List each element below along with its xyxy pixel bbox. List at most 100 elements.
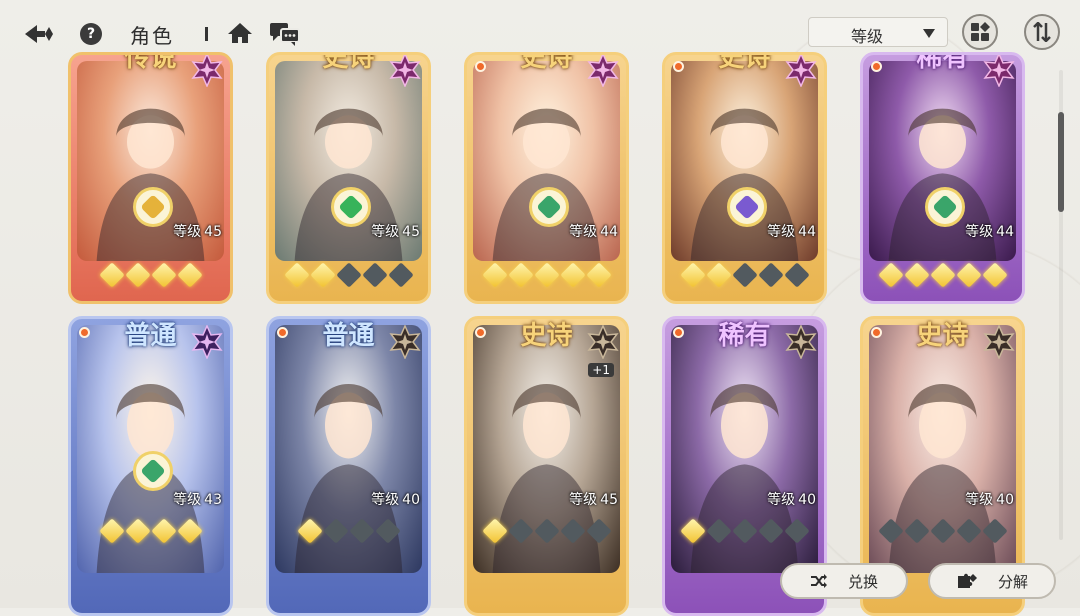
class-emblem-icon <box>529 187 569 227</box>
pink-star-icon <box>190 55 224 88</box>
level-label: 等级 <box>965 224 994 240</box>
star-empty-icon <box>361 262 388 288</box>
level-indicator: 等级 40 <box>965 489 1014 509</box>
star-filled-icon <box>585 262 612 288</box>
dark-star-icon <box>982 324 1016 360</box>
star-rating <box>71 518 230 544</box>
pink-star-icon <box>784 55 818 88</box>
star-filled-icon <box>176 518 203 544</box>
level-indicator: 等级 40 <box>371 489 420 509</box>
star-filled-icon <box>309 262 336 288</box>
star-filled-icon <box>150 518 177 544</box>
level-indicator: 等级 45 <box>371 221 420 241</box>
level-value: 43 <box>204 492 222 508</box>
dark-star-icon <box>784 324 818 360</box>
notification-dot <box>277 327 288 338</box>
star-rating <box>71 262 230 288</box>
level-value: 40 <box>996 492 1014 508</box>
star-empty-icon <box>507 518 534 544</box>
character-card[interactable]: 传说 等级 45 <box>68 52 233 304</box>
exchange-button[interactable]: 兑换 <box>780 563 908 599</box>
level-indicator: 等级 44 <box>965 221 1014 241</box>
scrollbar-thumb[interactable] <box>1058 112 1064 212</box>
star-empty-icon <box>955 518 982 544</box>
level-label: 等级 <box>965 492 994 508</box>
notification-dot <box>475 327 486 338</box>
star-empty-icon <box>559 518 586 544</box>
level-value: 44 <box>600 224 618 240</box>
level-value: 40 <box>402 492 420 508</box>
star-filled-icon <box>296 518 323 544</box>
star-filled-icon <box>176 262 203 288</box>
star-empty-icon <box>585 518 612 544</box>
level-value: 45 <box>402 224 420 240</box>
dark-star-icon <box>586 324 620 360</box>
decompose-button[interactable]: 分解 <box>928 563 1056 599</box>
star-bonus-badge: +1 <box>588 363 614 377</box>
character-card[interactable]: 普通 等级 43 <box>68 316 233 616</box>
star-filled-icon <box>507 262 534 288</box>
star-rating <box>269 518 428 544</box>
character-card[interactable]: 普通 等级 40 <box>266 316 431 616</box>
star-empty-icon <box>705 518 732 544</box>
level-label: 等级 <box>173 224 202 240</box>
star-empty-icon <box>877 518 904 544</box>
class-emblem-icon <box>925 187 965 227</box>
star-empty-icon <box>335 262 362 288</box>
pink-star-icon <box>982 55 1016 88</box>
star-empty-icon <box>348 518 375 544</box>
star-empty-icon <box>374 518 401 544</box>
class-emblem-icon <box>133 451 173 491</box>
star-filled-icon <box>679 262 706 288</box>
level-value: 44 <box>996 224 1014 240</box>
star-filled-icon <box>481 262 508 288</box>
star-empty-icon <box>757 262 784 288</box>
level-indicator: 等级 43 <box>173 489 222 509</box>
level-label: 等级 <box>569 224 598 240</box>
character-card[interactable]: 史诗 +1 等级 45 <box>464 316 629 616</box>
notification-dot <box>673 327 684 338</box>
character-card[interactable]: 史诗 等级 45 <box>266 52 431 304</box>
level-label: 等级 <box>173 492 202 508</box>
decompose-label: 分解 <box>997 572 1028 591</box>
star-filled-icon <box>559 262 586 288</box>
notification-dot <box>673 61 684 72</box>
star-empty-icon <box>387 262 414 288</box>
level-value: 45 <box>204 224 222 240</box>
star-filled-icon <box>98 262 125 288</box>
character-card[interactable]: 史诗 等级 44 <box>662 52 827 304</box>
star-filled-icon <box>929 262 956 288</box>
level-value: 44 <box>798 224 816 240</box>
star-filled-icon <box>481 518 508 544</box>
star-rating <box>863 518 1022 544</box>
class-emblem-icon <box>133 187 173 227</box>
star-rating <box>863 262 1022 288</box>
star-filled-icon <box>124 262 151 288</box>
level-indicator: 等级 44 <box>569 221 618 241</box>
star-filled-icon <box>150 262 177 288</box>
star-filled-icon <box>877 262 904 288</box>
exchange-label: 兑换 <box>847 572 878 591</box>
star-empty-icon <box>903 518 930 544</box>
character-card[interactable]: 稀有 等级 44 <box>860 52 1025 304</box>
level-label: 等级 <box>371 492 400 508</box>
pink-star-icon <box>388 55 422 88</box>
star-empty-icon <box>731 262 758 288</box>
level-label: 等级 <box>767 224 796 240</box>
star-filled-icon <box>124 518 151 544</box>
notification-dot <box>871 61 882 72</box>
notification-dot <box>475 61 486 72</box>
shuffle-icon <box>810 574 827 588</box>
star-empty-icon <box>981 518 1008 544</box>
star-filled-icon <box>283 262 310 288</box>
purple-star-icon <box>190 324 224 360</box>
star-empty-icon <box>929 518 956 544</box>
level-indicator: 等级 45 <box>569 489 618 509</box>
star-filled-icon <box>981 262 1008 288</box>
level-label: 等级 <box>371 224 400 240</box>
star-filled-icon <box>98 518 125 544</box>
pink-star-icon <box>586 55 620 88</box>
character-card[interactable]: 史诗 等级 44 <box>464 52 629 304</box>
star-empty-icon <box>783 262 810 288</box>
star-rating <box>665 262 824 288</box>
